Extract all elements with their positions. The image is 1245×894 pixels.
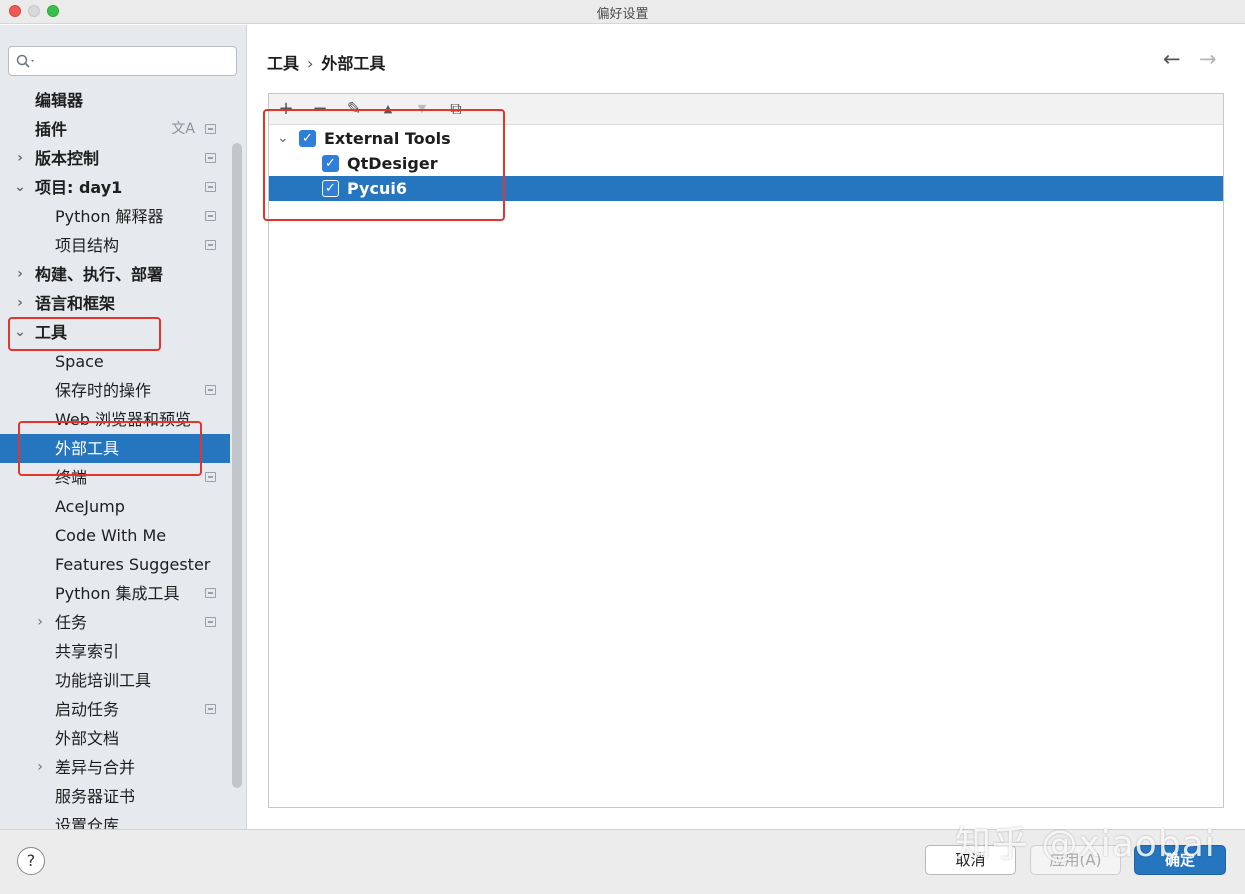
sidebar-item-label: Features Suggester [55,555,211,574]
sidebar-item-label: 项目: day1 [35,178,123,197]
project-level-settings-icon [205,124,216,134]
window-title: 偏好设置 [596,7,649,22]
chevron-right-icon[interactable]: › [14,144,26,173]
sidebar-item[interactable]: Code With Me [0,521,230,550]
project-level-settings-icon [205,588,216,598]
search-icon [16,54,34,68]
sidebar-item[interactable]: 插件 文A [0,115,230,144]
project-level-settings-icon [205,617,216,627]
sidebar-item-label: 启动任务 [55,700,120,719]
sidebar-item-label: 语言和框架 [35,294,116,313]
breadcrumb-separator: › [307,54,314,73]
help-icon[interactable]: ? [17,847,45,875]
project-level-settings-icon [205,704,216,714]
window-titlebar: 偏好设置 [0,0,1245,24]
sidebar-item-label: 功能培训工具 [55,671,152,690]
sidebar-item[interactable]: › 版本控制 [0,144,230,173]
sidebar-item[interactable]: 编辑器 [0,86,230,115]
sidebar-item-label: 差异与合并 [55,758,136,777]
search-input[interactable] [8,46,237,76]
annotation-box-external-tools [18,421,202,476]
sidebar-item[interactable]: › 差异与合并 [0,753,230,782]
sidebar-item[interactable]: 外部文档 [0,724,230,753]
sidebar-item[interactable]: Python 集成工具 [0,579,230,608]
sidebar-item[interactable]: 保存时的操作 [0,376,230,405]
sidebar-item[interactable]: › 构建、执行、部署 [0,260,230,289]
sidebar-item-label: Code With Me [55,526,167,545]
sidebar-item[interactable]: › 任务 [0,608,230,637]
sidebar-item-label: 保存时的操作 [55,381,152,400]
sidebar-scrollbar[interactable] [232,143,242,788]
sidebar-item[interactable]: Space [0,347,230,376]
sidebar-item-label: Python 集成工具 [55,584,180,603]
breadcrumb-parent[interactable]: 工具 [267,54,299,73]
sidebar-item[interactable]: 功能培训工具 [0,666,230,695]
sidebar-item[interactable]: › 语言和框架 [0,289,230,318]
sidebar-item[interactable]: Features Suggester [0,550,230,579]
chevron-right-icon[interactable]: › [14,260,26,289]
sidebar-item-label: 编辑器 [35,91,84,110]
sidebar-item-label: 项目结构 [55,236,120,255]
sidebar-item[interactable]: 项目结构 [0,231,230,260]
watermark: 知乎 @xiaobai [955,824,1216,865]
annotation-box-tools [8,317,161,351]
chevron-right-icon[interactable]: › [34,608,46,637]
sidebar-item-label: 共享索引 [55,642,120,661]
breadcrumb-current: 外部工具 [321,54,386,73]
project-level-settings-icon [205,240,216,250]
sidebar-item-label: AceJump [55,497,125,516]
project-level-settings-icon [205,472,216,482]
sidebar-item-label: Python 解释器 [55,207,164,226]
translate-icon: 文A [171,121,195,137]
sidebar-item[interactable]: ⌄ 项目: day1 [0,173,230,202]
sidebar-item[interactable]: 服务器证书 [0,782,230,811]
sidebar-item-label: 服务器证书 [55,787,136,806]
sidebar-item[interactable]: AceJump [0,492,230,521]
sidebar-item[interactable]: Python 解释器 [0,202,230,231]
chevron-right-icon[interactable]: › [14,289,26,318]
sidebar-item-label: Space [55,352,104,371]
project-level-settings-icon [205,153,216,163]
sidebar-item-label: 任务 [55,613,88,632]
sidebar-item[interactable]: 设置仓库 [0,811,230,829]
sidebar-item-label: 构建、执行、部署 [35,265,164,284]
sidebar-item-label: 设置仓库 [55,816,120,829]
breadcrumb: 工具 › 外部工具 [267,50,385,74]
sidebar-item[interactable]: 共享索引 [0,637,230,666]
chevron-down-icon[interactable]: ⌄ [14,173,26,202]
project-level-settings-icon [205,182,216,192]
annotation-box-tree [263,109,505,221]
project-level-settings-icon [205,211,216,221]
sidebar-item[interactable]: 启动任务 [0,695,230,724]
sidebar-item-label: 版本控制 [35,149,100,168]
forward-arrow-icon[interactable]: → [1199,47,1217,71]
sidebar-item-label: 外部文档 [55,729,120,748]
sidebar-item-label: 插件 [35,120,68,139]
chevron-right-icon[interactable]: › [34,753,46,782]
back-arrow-icon[interactable]: ← [1163,47,1181,71]
project-level-settings-icon [205,385,216,395]
